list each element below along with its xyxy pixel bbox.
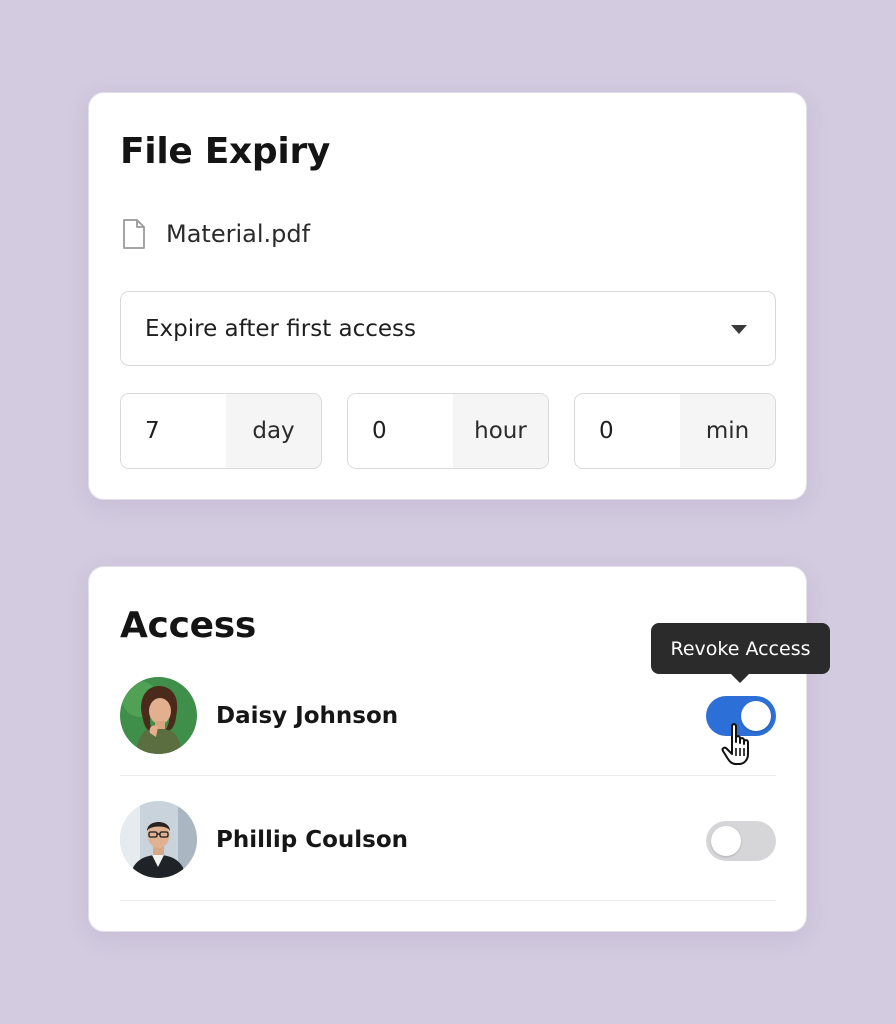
person-name: Phillip Coulson	[216, 827, 409, 853]
caret-down-icon	[731, 325, 747, 334]
duration-day-unit: day	[226, 394, 321, 468]
duration-min-input[interactable]: 0	[575, 394, 680, 468]
file-info: Material.pdf	[122, 219, 310, 249]
avatar-photo	[120, 677, 197, 754]
duration-min-field: 0 min	[574, 393, 776, 469]
file-expiry-title: File Expiry	[120, 131, 331, 172]
hand-pointer-cursor-icon	[720, 722, 760, 768]
access-card: Access Revoke Access Daisy Johnson Phill…	[88, 566, 830, 932]
toggle-knob	[711, 826, 741, 856]
avatar	[120, 677, 197, 754]
file-icon	[123, 219, 145, 249]
expiry-mode-select[interactable]: Expire after first access	[120, 291, 776, 366]
duration-inputs: 7 day 0 hour 0 min	[120, 393, 776, 469]
access-row: Daisy Johnson	[120, 667, 776, 776]
duration-min-unit: min	[680, 394, 775, 468]
duration-day-input[interactable]: 7	[121, 394, 226, 468]
file-name: Material.pdf	[166, 220, 311, 248]
access-row: Phillip Coulson	[120, 791, 776, 901]
expiry-mode-value: Expire after first access	[145, 315, 417, 342]
access-toggle[interactable]	[706, 821, 776, 861]
access-title: Access	[120, 605, 257, 646]
avatar-photo	[120, 801, 197, 878]
duration-hour-unit: hour	[453, 394, 548, 468]
avatar	[120, 801, 197, 878]
duration-hour-input[interactable]: 0	[348, 394, 453, 468]
file-expiry-card: File Expiry Material.pdf Expire after fi…	[88, 92, 807, 500]
person-name: Daisy Johnson	[216, 703, 399, 729]
duration-hour-field: 0 hour	[347, 393, 549, 469]
duration-day-field: 7 day	[120, 393, 322, 469]
